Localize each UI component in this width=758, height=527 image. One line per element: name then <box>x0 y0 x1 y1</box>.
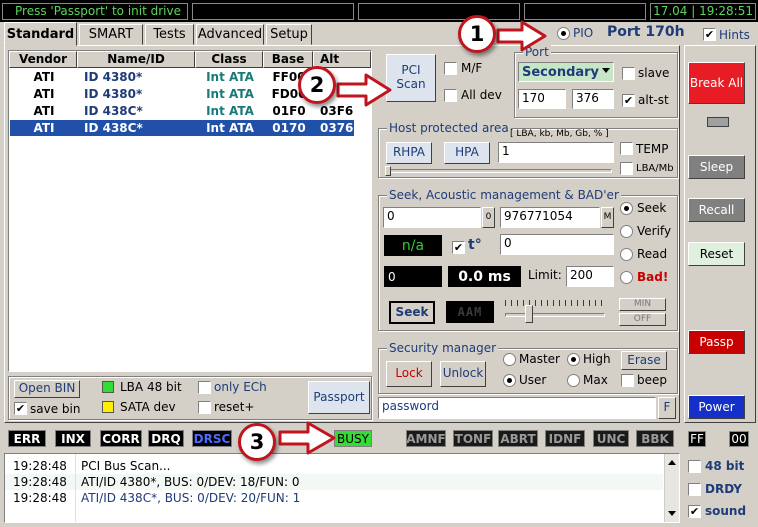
callout-1: 1 <box>458 15 496 53</box>
tab-standard[interactable]: Standard <box>4 22 77 46</box>
callout-3: 3 <box>238 423 276 461</box>
arrow-1-icon <box>496 20 547 52</box>
annotation-arrows <box>278 20 547 455</box>
arrow-2-icon <box>336 73 392 107</box>
callout-2: 2 <box>298 66 336 104</box>
arrow-3-icon <box>278 421 336 455</box>
